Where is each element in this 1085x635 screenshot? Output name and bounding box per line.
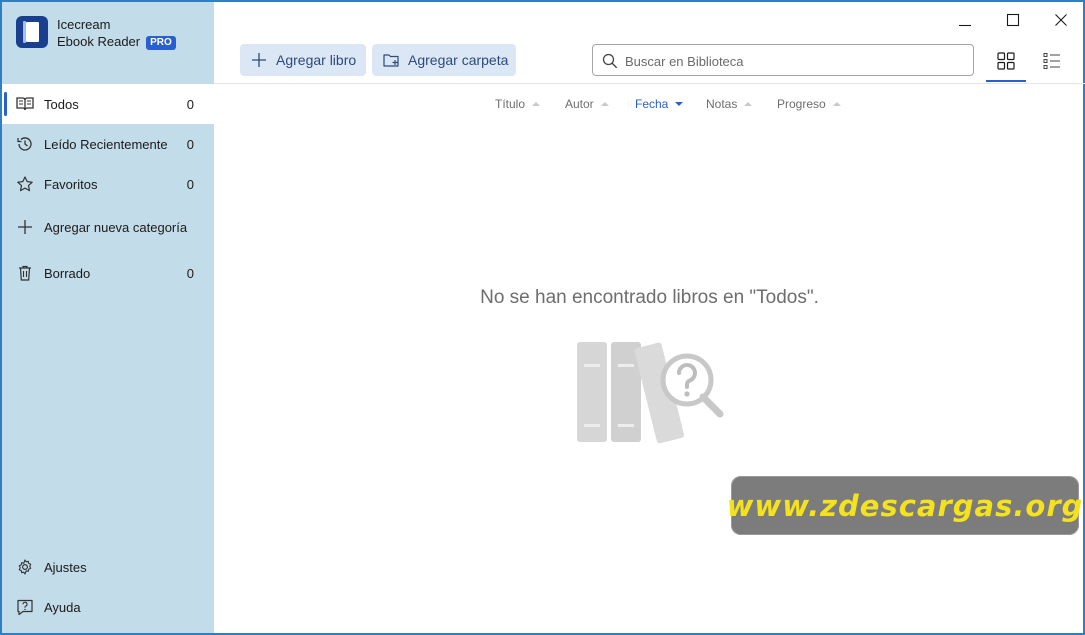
pro-badge: PRO [146,36,176,50]
sort-down-icon [675,102,684,106]
star-icon [17,176,33,192]
add-folder-label: Agregar carpeta [408,52,509,68]
sort-fecha[interactable]: Fecha [635,97,684,111]
sort-up-icon [600,102,609,106]
minimize-icon [959,24,971,27]
sidebar-item-count: 0 [186,176,194,192]
app-name-line1: Icecream [57,17,111,32]
sidebar: Icecream Ebook ReaderPRO Todos 0 Leído [2,2,214,633]
list-view-icon [1043,53,1060,69]
minimize-button[interactable] [941,2,989,38]
sort-notas[interactable]: Notas [706,97,753,111]
app-name: Icecream Ebook Reader PRO [57,16,176,50]
gear-icon [18,559,32,575]
help-icon [17,599,33,615]
plus-icon [252,53,266,67]
sidebar-item-label: Borrado [44,265,91,281]
add-book-button[interactable]: Agregar libro [240,44,366,76]
grid-view-button[interactable] [986,44,1026,82]
search-icon [602,53,618,69]
sort-titulo[interactable]: Título [495,97,541,111]
close-button[interactable] [1037,2,1085,38]
plus-icon [18,220,32,234]
sort-progreso[interactable]: Progreso [777,97,841,111]
sort-autor[interactable]: Autor [565,97,609,111]
app-logo-icon [16,16,48,48]
search-input[interactable] [623,49,967,73]
sidebar-item-recent[interactable]: Leído Recientemente 0 [2,124,214,164]
sidebar-item-count: 0 [186,265,194,281]
sidebar-bottom-nav: Ajustes Ayuda [2,547,214,627]
sidebar-item-label: Leído Recientemente [44,136,168,152]
sidebar-item-label: Todos [44,96,79,112]
empty-library-illustration [577,342,724,444]
sort-up-icon [532,102,541,106]
main-panel: Agregar libro Agregar carpeta Buscar en … [214,2,1085,633]
app-window: Icecream Ebook ReaderPRO Todos 0 Leído [0,0,1085,635]
sidebar-item-ayuda[interactable]: Ayuda [2,587,214,627]
sidebar-item-count: 0 [186,136,194,152]
sidebar-item-add-category[interactable]: Agregar nueva categoría [2,204,214,250]
history-icon [17,137,32,151]
close-icon [1055,14,1067,26]
watermark-banner: www.zdescargas.org [727,476,1082,535]
maximize-icon [1006,13,1020,27]
sort-bar: Título Autor Fecha Notas Progreso [214,97,1085,115]
sort-label: Autor [565,97,594,111]
folder-add-icon [383,54,399,67]
app-name-line2: Ebook Reader [57,34,141,49]
sort-label: Progreso [777,97,826,111]
sidebar-item-borrado[interactable]: Borrado 0 [2,250,214,296]
maximize-button[interactable] [989,2,1037,38]
grid-view-icon [997,52,1015,70]
sidebar-nav: Todos 0 Leído Recientemente 0 Favoritos … [2,84,214,296]
sidebar-item-favoritos[interactable]: Favoritos 0 [2,164,214,204]
sort-label: Notas [706,97,738,111]
sidebar-item-label: Agregar nueva categoría [44,219,188,235]
sort-label: Fecha [635,97,669,111]
book-open-icon [16,97,34,111]
search-box[interactable] [592,44,974,76]
brand: Icecream Ebook Reader PRO [16,16,176,50]
sidebar-item-todos[interactable]: Todos 0 [2,84,214,124]
trash-icon [19,265,31,281]
sort-up-icon [744,102,753,106]
sidebar-item-ajustes[interactable]: Ajustes [2,547,214,587]
sort-label: Título [495,97,526,111]
sidebar-item-label: Favoritos [44,176,98,192]
add-book-label: Agregar libro [276,52,357,68]
empty-state-message: No se han encontrado libros en "Todos". [480,287,819,308]
sidebar-item-label: Ajustes [44,559,87,575]
list-view-button[interactable] [1032,44,1072,80]
sidebar-item-count: 0 [186,96,194,112]
watermark-text: www.zdescargas.org [726,488,1084,523]
add-folder-button[interactable]: Agregar carpeta [372,44,516,76]
window-controls [941,2,1085,38]
header-divider [214,83,1085,84]
sidebar-item-label: Ayuda [44,599,81,615]
sort-up-icon [832,102,841,106]
